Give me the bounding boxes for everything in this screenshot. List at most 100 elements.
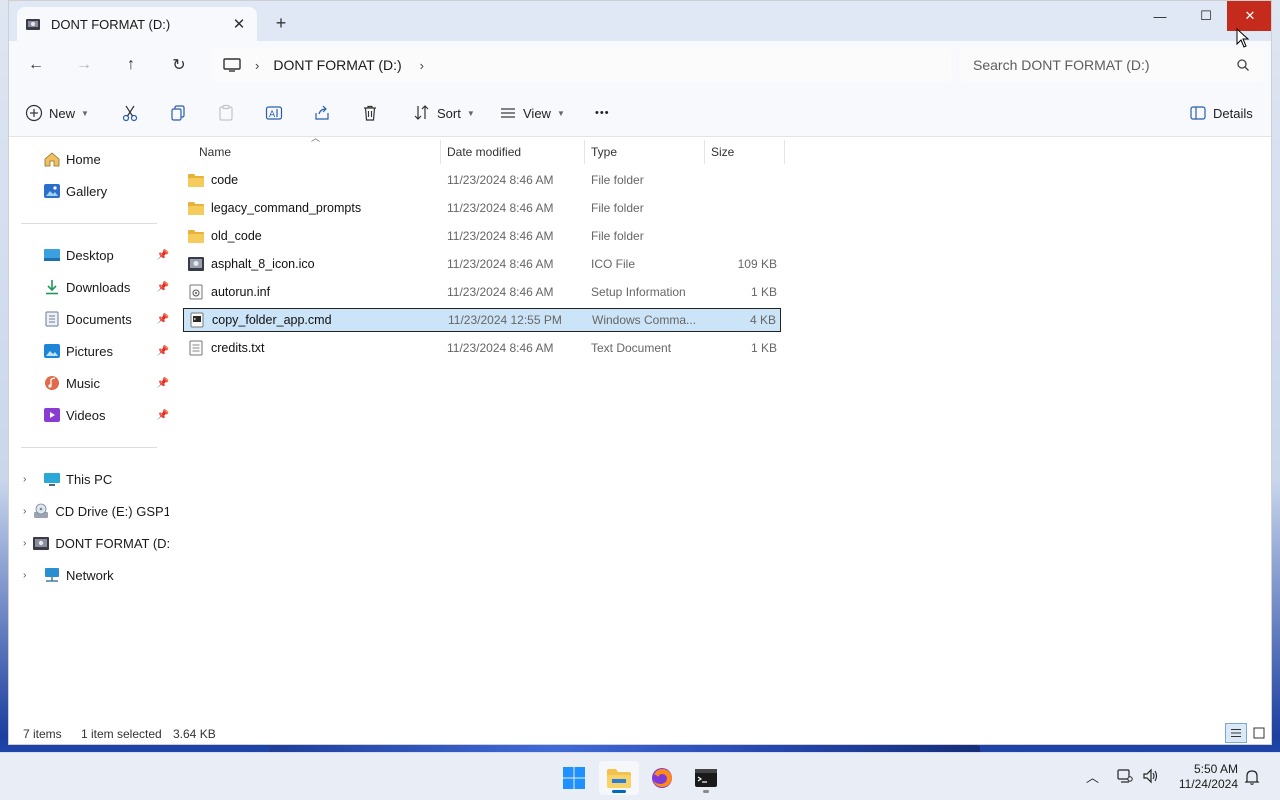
share-button[interactable]: [313, 101, 331, 125]
table-row[interactable]: credits.txt 11/23/2024 8:46 AM Text Docume…: [183, 336, 781, 360]
paste-button[interactable]: [217, 101, 235, 125]
chevron-right-icon[interactable]: ›: [23, 570, 37, 581]
file-list: ︿ Name Date modified Type Size code 11/23…: [183, 133, 793, 717]
sidebar-item-pictures[interactable]: Pictures 📌: [23, 337, 169, 365]
column-header-size[interactable]: Size: [705, 140, 785, 164]
file-name[interactable]: legacy_command_prompts: [187, 200, 361, 216]
chevron-right-icon[interactable]: ›: [23, 538, 26, 549]
search-box[interactable]: Search DONT FORMAT (D:): [959, 48, 1264, 82]
file-size: 109 KB: [737, 257, 777, 271]
file-name[interactable]: autorun.inf: [187, 284, 270, 300]
chevron-down-icon: ▼: [466, 108, 475, 118]
cut-button[interactable]: [121, 101, 139, 125]
pin-icon[interactable]: 📌: [157, 282, 169, 293]
taskbar-terminal[interactable]: [686, 761, 726, 795]
sidebar-item-label: Gallery: [66, 183, 108, 199]
tray-overflow-chevron-icon[interactable]: ︿: [1086, 767, 1099, 786]
taskbar-file-explorer[interactable]: [599, 761, 639, 795]
sort-icon: [414, 105, 429, 120]
tab-close-icon[interactable]: ✕: [229, 15, 249, 33]
rename-button[interactable]: A: [265, 101, 283, 125]
sidebar-item-documents[interactable]: Documents 📌: [23, 305, 169, 333]
taskbar-firefox[interactable]: [642, 761, 682, 795]
pin-icon[interactable]: 📌: [157, 346, 169, 357]
copy-button[interactable]: [169, 101, 187, 125]
windows-logo-icon: [563, 767, 585, 789]
computer-icon: [223, 58, 241, 72]
documents-icon: [45, 311, 59, 327]
volume-icon[interactable]: [1142, 768, 1158, 784]
table-row[interactable]: asphalt_8_icon.ico 11/23/2024 8:46 AM ICO …: [183, 252, 781, 276]
new-tab-button[interactable]: +: [271, 13, 291, 33]
gallery-icon: [44, 184, 60, 198]
content-area: Home Gallery Desktop 📌 Downloads 📌 Docum…: [9, 133, 1271, 717]
file-name[interactable]: copy_folder_app.cmd: [188, 312, 332, 328]
notification-bell-icon[interactable]: [1244, 768, 1260, 786]
tab-dont-format[interactable]: DONT FORMAT (D:) ✕: [17, 7, 257, 41]
sort-button[interactable]: Sort ▼: [413, 101, 475, 125]
table-row[interactable]: legacy_command_prompts 11/23/2024 8:46 AM…: [183, 196, 781, 220]
breadcrumb-chevron-end-icon[interactable]: ›: [420, 58, 424, 73]
pin-icon[interactable]: 📌: [157, 378, 169, 389]
sidebar-item-home[interactable]: Home: [23, 145, 169, 173]
table-row[interactable]: autorun.inf 11/23/2024 8:46 AM Setup Infor…: [183, 280, 781, 304]
address-field[interactable]: › DONT FORMAT (D:) ›: [211, 48, 951, 82]
breadcrumb-chevron-icon[interactable]: ›: [255, 58, 259, 73]
sidebar-item-music[interactable]: Music 📌: [23, 369, 169, 397]
column-header-type[interactable]: Type: [585, 140, 705, 164]
chevron-right-icon[interactable]: ›: [23, 506, 26, 517]
more-options-button[interactable]: •••: [595, 101, 610, 125]
tiles-view-icon: [1253, 727, 1265, 739]
new-button[interactable]: New ▼: [25, 101, 89, 125]
details-view-icon: [1231, 729, 1241, 737]
view-button[interactable]: View ▼: [499, 101, 565, 125]
details-view-button[interactable]: [1225, 723, 1247, 743]
column-header-date[interactable]: Date modified: [441, 140, 585, 164]
sidebar-item-desktop[interactable]: Desktop 📌: [23, 241, 169, 269]
svg-text:A: A: [269, 110, 276, 120]
pin-icon[interactable]: 📌: [157, 314, 169, 325]
table-row[interactable]: code 11/23/2024 8:46 AM File folder: [183, 168, 781, 192]
home-icon: [44, 152, 60, 167]
command-bar: New ▼ A Sort ▼ View ▼ ••• Details: [9, 89, 1271, 137]
network-status-icon[interactable]: [1117, 768, 1133, 784]
file-name[interactable]: asphalt_8_icon.ico: [187, 256, 315, 272]
sidebar-item-cd-drive[interactable]: › CD Drive (E:) GSP1F: [23, 497, 169, 525]
pin-icon[interactable]: 📌: [157, 410, 169, 421]
close-button[interactable]: ✕: [1227, 1, 1271, 31]
back-button[interactable]: ←: [23, 53, 49, 77]
maximize-button[interactable]: ☐: [1183, 1, 1229, 31]
sidebar-item-downloads[interactable]: Downloads 📌: [23, 273, 169, 301]
sidebar-item-this-pc[interactable]: › This PC: [23, 465, 169, 493]
file-name[interactable]: credits.txt: [187, 340, 265, 356]
up-button[interactable]: ↑: [118, 53, 144, 77]
sidebar-item-videos[interactable]: Videos 📌: [23, 401, 169, 429]
folder-icon: [187, 228, 211, 244]
table-row[interactable]: old_code 11/23/2024 8:46 AM File folder: [183, 224, 781, 248]
sidebar-item-network[interactable]: › Network: [23, 561, 169, 589]
pin-icon[interactable]: 📌: [157, 250, 169, 261]
tiles-view-button[interactable]: [1248, 723, 1270, 743]
file-date: 11/23/2024 8:46 AM: [447, 341, 554, 355]
sidebar-item-dont-format[interactable]: › DONT FORMAT (D:): [23, 529, 169, 557]
clock[interactable]: 5:50 AM 11/24/2024: [1168, 762, 1238, 792]
chevron-right-icon[interactable]: ›: [23, 474, 37, 485]
ico-file-icon: [187, 256, 211, 272]
file-name[interactable]: old_code: [187, 228, 262, 244]
forward-button[interactable]: →: [71, 53, 97, 77]
delete-button[interactable]: [361, 101, 379, 125]
file-size: 1 KB: [750, 285, 777, 299]
column-header-name[interactable]: Name: [193, 140, 441, 164]
table-row[interactable]: copy_folder_app.cmd 11/23/2024 12:55 PM Wi…: [183, 308, 781, 332]
chevron-down-icon: ▼: [556, 108, 565, 118]
breadcrumb-location[interactable]: DONT FORMAT (D:): [273, 57, 401, 73]
sidebar-item-gallery[interactable]: Gallery: [23, 177, 169, 205]
start-button[interactable]: [554, 761, 594, 795]
file-name[interactable]: code: [187, 172, 238, 188]
refresh-button[interactable]: ↻: [166, 53, 192, 77]
details-pane-button[interactable]: Details: [1189, 101, 1253, 125]
clock-time: 5:50 AM: [1193, 762, 1238, 776]
address-bar-row: ← → ↑ ↻ › DONT FORMAT (D:) › Search DONT…: [9, 41, 1271, 89]
sidebar-item-label: Videos: [66, 407, 106, 423]
minimize-button[interactable]: —: [1137, 1, 1183, 31]
